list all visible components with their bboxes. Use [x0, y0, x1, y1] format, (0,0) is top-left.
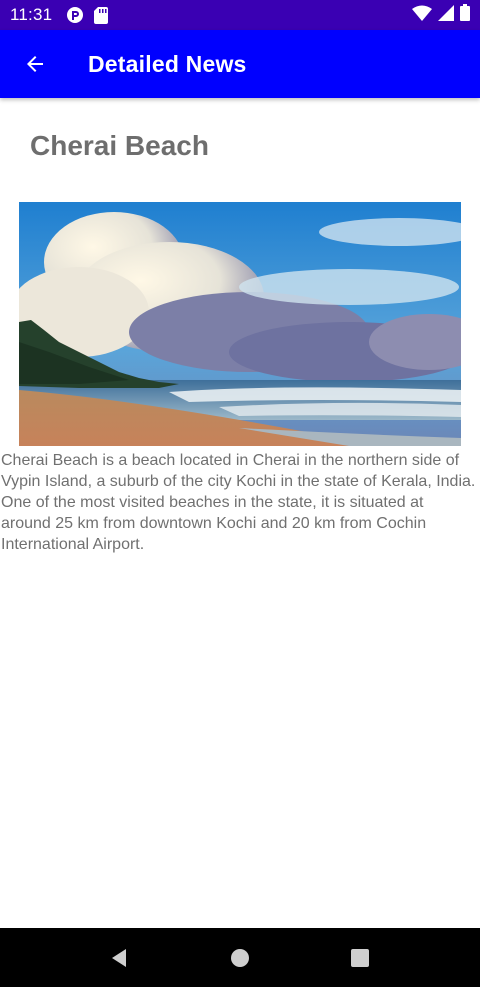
back-button[interactable] — [0, 30, 70, 98]
app-bar-title: Detailed News — [88, 50, 247, 77]
nav-back-button[interactable] — [100, 938, 140, 978]
app-bar: Detailed News — [0, 30, 480, 98]
back-triangle-icon — [112, 948, 126, 967]
nav-recents-button[interactable] — [340, 938, 380, 978]
status-bar: 11:31 — [0, 0, 480, 30]
article-title: Cherai Beach — [30, 130, 209, 161]
wifi-icon — [412, 5, 432, 26]
battery-icon — [460, 4, 470, 26]
article-image — [19, 202, 461, 446]
recents-square-icon — [351, 948, 369, 967]
home-circle-icon — [231, 948, 249, 967]
signal-icon — [438, 4, 454, 26]
article-body: Cherai Beach is a beach located in Chera… — [1, 452, 476, 553]
nav-home-button[interactable] — [220, 938, 260, 978]
system-nav-bar — [0, 928, 480, 987]
arrow-back-icon — [27, 56, 43, 72]
sd-card-icon — [94, 6, 109, 24]
sync-icon — [66, 6, 84, 24]
status-time: 11:31 — [10, 5, 53, 24]
